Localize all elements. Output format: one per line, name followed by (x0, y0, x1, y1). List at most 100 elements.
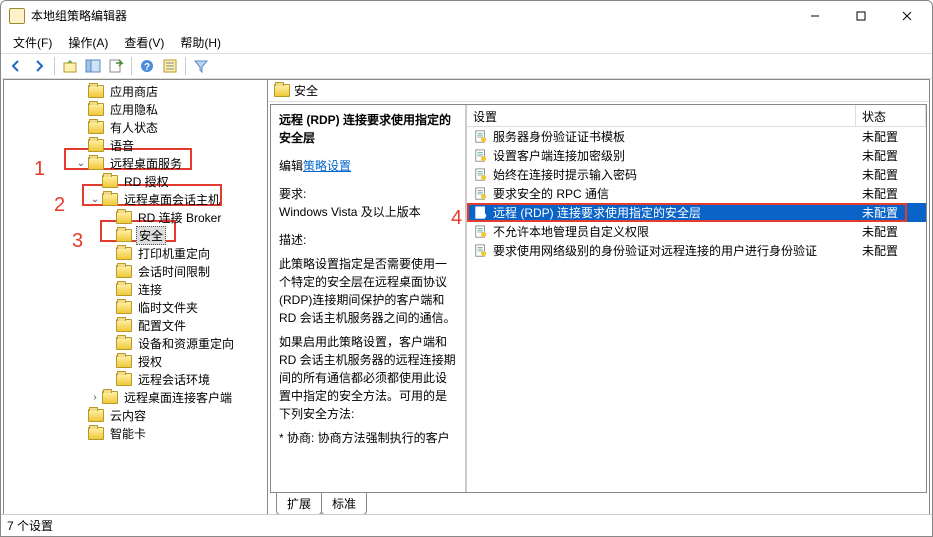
tree-item-label: 智能卡 (108, 425, 148, 442)
desc-p1: 此策略设置指定是否需要使用一个特定的安全层在远程桌面协议(RDP)连接期间保护的… (279, 255, 457, 327)
folder-icon (88, 427, 104, 440)
path-header: 安全 (268, 80, 929, 102)
tree-item[interactable]: 打印机重定向 (4, 244, 267, 262)
tree-item-label: 远程会话环境 (136, 371, 212, 388)
desc-label: 描述: (279, 231, 457, 249)
folder-icon (116, 337, 132, 350)
tree-item-label: 有人状态 (108, 119, 160, 136)
tree-item-label: 连接 (136, 281, 164, 298)
edit-policy-link[interactable]: 策略设置 (303, 159, 351, 173)
folder-icon (116, 373, 132, 386)
setting-row[interactable]: 要求使用网络级别的身份验证对远程连接的用户进行身份验证未配置 (467, 241, 926, 260)
tree-item-label: 应用商店 (108, 83, 160, 100)
expand-icon[interactable]: › (88, 392, 102, 403)
setting-name: 服务器身份验证证书模板 (493, 128, 856, 145)
collapse-icon[interactable]: ⌄ (74, 158, 88, 169)
app-icon (9, 8, 25, 24)
desc-p2: 如果启用此策略设置，客户端和 RD 会话主机服务器的远程连接期间的所有通信都必须… (279, 333, 457, 423)
tree-item[interactable]: 有人状态 (4, 118, 267, 136)
col-status[interactable]: 状态 (856, 105, 926, 126)
edit-line: 编辑策略设置 (279, 157, 457, 175)
forward-button[interactable] (28, 55, 50, 77)
tree-item-label: 授权 (136, 353, 164, 370)
export-button[interactable] (105, 55, 127, 77)
right-pane: 安全 远程 (RDP) 连接要求使用指定的安全层 编辑策略设置 要求: Wind… (268, 80, 929, 514)
setting-status: 未配置 (856, 128, 926, 145)
tree-item-label: 打印机重定向 (136, 245, 212, 262)
folder-icon (116, 265, 132, 278)
folder-icon (116, 211, 132, 224)
menu-action[interactable]: 操作(A) (60, 32, 116, 53)
tree-item-label: 会话时间限制 (136, 263, 212, 280)
properties-button[interactable] (159, 55, 181, 77)
setting-status: 未配置 (856, 223, 926, 240)
tree-item-label: RD 授权 (122, 173, 171, 190)
statusbar: 7 个设置 (1, 514, 932, 536)
maximize-button[interactable] (838, 1, 884, 31)
tree-item[interactable]: 安全 (4, 226, 267, 244)
menu-view[interactable]: 查看(V) (116, 32, 172, 53)
policy-icon (473, 148, 489, 164)
folder-icon (88, 85, 104, 98)
folder-icon (116, 301, 132, 314)
tree-item[interactable]: 智能卡 (4, 424, 267, 442)
desc-p3: * 协商: 协商方法强制执行的客户 (279, 429, 457, 447)
tree-item[interactable]: RD 授权 (4, 172, 267, 190)
tree-item[interactable]: 应用隐私 (4, 100, 267, 118)
list-header: 设置 状态 (467, 105, 926, 127)
tree-pane[interactable]: 1 2 3 应用商店应用隐私有人状态语音⌄远程桌面服务RD 授权⌄远程桌面会话主… (4, 80, 268, 514)
window-controls (792, 1, 930, 31)
policy-icon (473, 243, 489, 259)
tree-item[interactable]: 远程会话环境 (4, 370, 267, 388)
setting-row[interactable]: 不允许本地管理员自定义权限未配置 (467, 222, 926, 241)
tree-item[interactable]: 设备和资源重定向 (4, 334, 267, 352)
tree-item[interactable]: 会话时间限制 (4, 262, 267, 280)
setting-status: 未配置 (856, 242, 926, 259)
setting-name: 要求使用网络级别的身份验证对远程连接的用户进行身份验证 (493, 242, 856, 259)
folder-icon (88, 409, 104, 422)
policy-icon (473, 129, 489, 145)
tree-item-label: 语音 (108, 137, 136, 154)
up-button[interactable] (59, 55, 81, 77)
tree-item[interactable]: RD 连接 Broker (4, 208, 267, 226)
menu-help[interactable]: 帮助(H) (172, 32, 229, 53)
main-area: 1 2 3 应用商店应用隐私有人状态语音⌄远程桌面服务RD 授权⌄远程桌面会话主… (3, 79, 930, 514)
tree-item[interactable]: 授权 (4, 352, 267, 370)
filter-button[interactable] (190, 55, 212, 77)
status-text: 7 个设置 (7, 517, 53, 534)
tree-item[interactable]: 语音 (4, 136, 267, 154)
folder-icon (88, 139, 104, 152)
tree-item[interactable]: ⌄远程桌面会话主机 (4, 190, 267, 208)
tree-item[interactable]: 配置文件 (4, 316, 267, 334)
setting-row[interactable]: 设置客户端连接加密级别未配置 (467, 146, 926, 165)
tree-item[interactable]: 临时文件夹 (4, 298, 267, 316)
tree-item[interactable]: ›远程桌面连接客户端 (4, 388, 267, 406)
minimize-button[interactable] (792, 1, 838, 31)
setting-name: 要求安全的 RPC 通信 (493, 185, 856, 202)
tree-item[interactable]: 应用商店 (4, 82, 267, 100)
col-setting[interactable]: 设置 (467, 105, 856, 126)
setting-name: 远程 (RDP) 连接要求使用指定的安全层 (493, 204, 856, 221)
collapse-icon[interactable]: ⌄ (88, 194, 102, 205)
setting-name: 不允许本地管理员自定义权限 (493, 223, 856, 240)
tab-standard[interactable]: 标准 (321, 493, 367, 515)
close-button[interactable] (884, 1, 930, 31)
setting-row[interactable]: 远程 (RDP) 连接要求使用指定的安全层未配置 (467, 203, 926, 222)
tree-item[interactable]: 云内容 (4, 406, 267, 424)
setting-row[interactable]: 服务器身份验证证书模板未配置 (467, 127, 926, 146)
tab-extended[interactable]: 扩展 (276, 493, 322, 515)
setting-row[interactable]: 要求安全的 RPC 通信未配置 (467, 184, 926, 203)
list-body[interactable]: 服务器身份验证证书模板未配置设置客户端连接加密级别未配置始终在连接时提示输入密码… (467, 127, 926, 492)
show-hide-tree-button[interactable] (82, 55, 104, 77)
back-button[interactable] (5, 55, 27, 77)
policy-icon (473, 167, 489, 183)
folder-icon (88, 121, 104, 134)
tree-item[interactable]: 连接 (4, 280, 267, 298)
help-button[interactable]: ? (136, 55, 158, 77)
toolbar: ? (1, 53, 932, 79)
tree-item-label: 安全 (136, 226, 166, 245)
content-split: 远程 (RDP) 连接要求使用指定的安全层 编辑策略设置 要求: Windows… (270, 104, 927, 492)
setting-row[interactable]: 始终在连接时提示输入密码未配置 (467, 165, 926, 184)
tree-item[interactable]: ⌄远程桌面服务 (4, 154, 267, 172)
menu-file[interactable]: 文件(F) (5, 32, 60, 53)
